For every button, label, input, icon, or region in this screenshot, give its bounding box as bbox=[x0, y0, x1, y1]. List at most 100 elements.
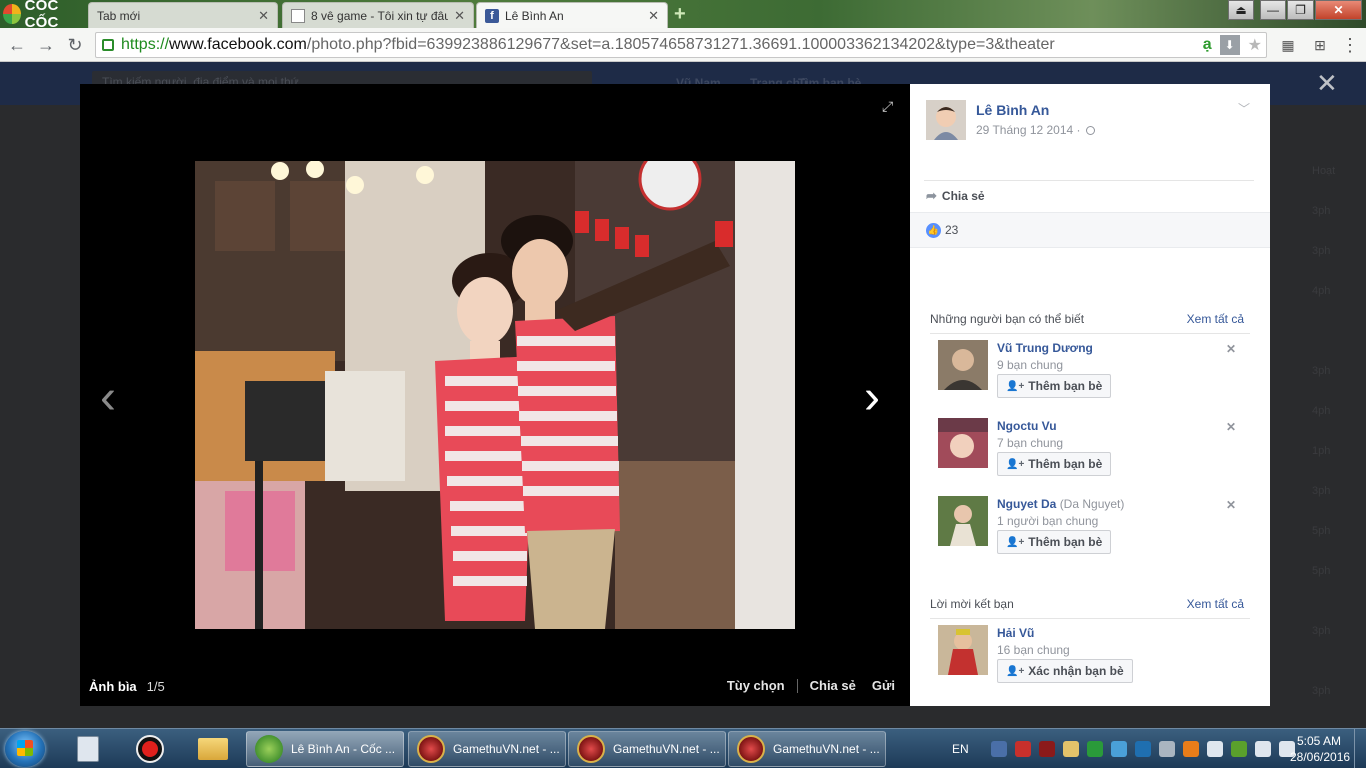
tray-app-icon[interactable] bbox=[1086, 741, 1103, 757]
address-bar[interactable]: https:// www.facebook.com /photo.php?fbi… bbox=[95, 32, 1267, 58]
album-name[interactable]: Ảnh bìa bbox=[89, 679, 137, 694]
clock-time: 5:05 AM bbox=[1296, 734, 1342, 748]
vietnamese-input-icon[interactable]: ạ bbox=[1203, 36, 1212, 54]
tab-close-icon[interactable]: ✕ bbox=[258, 8, 269, 24]
share-arrow-icon: ➦ bbox=[926, 188, 937, 203]
add-friend-label: Thêm bạn bè bbox=[1028, 535, 1103, 549]
display-icon[interactable] bbox=[1254, 741, 1271, 757]
tray-app-icon[interactable] bbox=[1062, 741, 1079, 757]
fullscreen-icon[interactable]: ⤢ bbox=[882, 98, 893, 115]
maximize-icon[interactable]: ❐ bbox=[1287, 0, 1314, 20]
download-icon[interactable]: ⬇ bbox=[1219, 35, 1240, 55]
owner-avatar[interactable] bbox=[926, 100, 966, 140]
calculator-icon[interactable] bbox=[65, 732, 111, 766]
suggestions-header: Những người bạn có thể biết Xem tất cả bbox=[930, 312, 1250, 330]
suggestions-see-all-link[interactable]: Xem tất cả bbox=[1187, 312, 1244, 326]
add-friend-label: Thêm bạn bè bbox=[1028, 379, 1103, 393]
forward-arrow-icon[interactable]: → bbox=[35, 34, 57, 56]
qr-code-icon[interactable]: ▦ bbox=[1278, 35, 1298, 55]
tray-app-icon[interactable] bbox=[1182, 741, 1199, 757]
chevron-down-icon[interactable]: ﹀ bbox=[1238, 100, 1250, 117]
person-avatar[interactable] bbox=[938, 418, 988, 468]
extensions-icon[interactable]: ⊞ bbox=[1310, 35, 1330, 55]
mutual-friends-count[interactable]: 7 bạn chung bbox=[997, 436, 1063, 450]
person-name-link[interactable]: Nguyet Da (Da Nguyet) bbox=[997, 497, 1124, 511]
person-name-link[interactable]: Hải Vũ bbox=[997, 626, 1034, 640]
tray-app-icon[interactable] bbox=[1134, 741, 1151, 757]
tab-game-article[interactable]: 8 vê game - Tôi xin tự đâu ✕ bbox=[282, 2, 474, 28]
tray-gpu-icon[interactable] bbox=[1230, 741, 1247, 757]
lock-icon bbox=[102, 39, 114, 51]
game-icon bbox=[577, 735, 605, 763]
tab-new-tab[interactable]: Tab mới ✕ bbox=[88, 2, 278, 28]
photo[interactable] bbox=[195, 161, 795, 629]
options-button[interactable]: Tùy chọn bbox=[727, 678, 785, 693]
tab-close-icon[interactable]: ✕ bbox=[454, 8, 465, 24]
taskbar-window-game-1[interactable]: GamethuVN.net - ... bbox=[408, 731, 566, 767]
share-link[interactable]: ➦ Chia sẻ bbox=[926, 188, 985, 204]
bookmark-star-icon[interactable]: ★ bbox=[1248, 35, 1262, 55]
add-friend-button[interactable]: 👤+ Thêm bạn bè bbox=[997, 374, 1112, 398]
confirm-friend-button[interactable]: 👤+ Xác nhận bạn bè bbox=[997, 659, 1133, 683]
system-clock[interactable]: 5:05 AM 28/06/2016 bbox=[1290, 733, 1350, 765]
person-avatar[interactable] bbox=[938, 496, 988, 546]
minimize-icon[interactable]: — bbox=[1260, 0, 1286, 20]
previous-photo-icon[interactable]: ‹ bbox=[100, 374, 116, 422]
add-friend-icon: 👤+ bbox=[1006, 536, 1025, 548]
taskbar-window-title: GamethuVN.net - ... bbox=[613, 742, 720, 756]
dismiss-icon[interactable]: ✕ bbox=[1226, 342, 1236, 356]
post-date[interactable]: 29 Tháng 12 2014 · bbox=[976, 123, 1095, 137]
tray-network-icon[interactable] bbox=[1158, 741, 1175, 757]
requests-see-all-link[interactable]: Xem tất cả bbox=[1187, 597, 1244, 611]
mutual-friends-count[interactable]: 9 bạn chung bbox=[997, 358, 1063, 372]
suggestion-item: Ngoctu Vu 7 bạn chung 👤+ Thêm bạn bè ✕ bbox=[938, 418, 1250, 478]
taskbar-window-title: Lê Bình An - Cốc ... bbox=[291, 742, 396, 756]
new-tab-icon[interactable]: + bbox=[674, 4, 686, 24]
tab-close-icon[interactable]: ✕ bbox=[648, 8, 659, 24]
input-language[interactable]: EN bbox=[952, 742, 969, 756]
tab-title: 8 vê game - Tôi xin tự đâu bbox=[311, 8, 449, 23]
add-friend-icon: 👤+ bbox=[1006, 380, 1025, 392]
window-close-icon[interactable]: ✕ bbox=[1315, 0, 1362, 20]
show-desktop-button[interactable] bbox=[1354, 729, 1366, 768]
taskbar-window-game-3[interactable]: GamethuVN.net - ... bbox=[728, 731, 886, 767]
mutual-friends-count[interactable]: 1 người bạn chung bbox=[997, 514, 1098, 528]
record-icon[interactable] bbox=[127, 732, 173, 766]
mutual-friends-count[interactable]: 16 bạn chung bbox=[997, 643, 1070, 657]
profile-icon[interactable]: ⏏ bbox=[1228, 0, 1254, 20]
reload-icon[interactable]: ↻ bbox=[64, 34, 86, 56]
person-name-link[interactable]: Ngoctu Vu bbox=[997, 419, 1057, 433]
taskbar-window-coccoc[interactable]: Lê Bình An - Cốc ... bbox=[246, 731, 404, 767]
menu-icon[interactable]: ⋮ bbox=[1340, 35, 1360, 55]
action-center-flag-icon[interactable] bbox=[1206, 741, 1223, 757]
add-friend-button[interactable]: 👤+ Thêm bạn bè bbox=[997, 452, 1112, 476]
share-button[interactable]: Chia sẻ bbox=[810, 678, 856, 693]
close-viewer-icon[interactable]: ✕ bbox=[1316, 70, 1338, 96]
coccoc-menu-button[interactable]: CỐC CỐC bbox=[0, 0, 88, 31]
person-name-link[interactable]: Vũ Trung Dương bbox=[997, 341, 1093, 355]
tray-game-icon[interactable] bbox=[1014, 741, 1031, 757]
next-photo-icon[interactable]: › bbox=[864, 374, 880, 422]
owner-name-link[interactable]: Lê Bình An bbox=[976, 102, 1049, 118]
send-button[interactable]: Gửi bbox=[872, 678, 895, 693]
file-explorer-icon[interactable] bbox=[190, 732, 236, 766]
back-arrow-icon[interactable]: ← bbox=[6, 34, 28, 56]
person-avatar[interactable] bbox=[938, 625, 988, 675]
dismiss-icon[interactable]: ✕ bbox=[1226, 420, 1236, 434]
windows-logo-icon bbox=[17, 740, 33, 756]
likes-summary[interactable]: 👍 23 bbox=[910, 212, 1270, 248]
taskbar-window-game-2[interactable]: GamethuVN.net - ... bbox=[568, 731, 726, 767]
person-name: Ngoctu Vu bbox=[997, 419, 1057, 433]
tray-app-icon[interactable] bbox=[990, 741, 1007, 757]
url-path: /photo.php?fbid=639923886129677&set=a.18… bbox=[306, 36, 1055, 53]
add-friend-button[interactable]: 👤+ Thêm bạn bè bbox=[997, 530, 1112, 554]
divider bbox=[930, 333, 1250, 334]
tray-game-icon[interactable] bbox=[1038, 741, 1055, 757]
taskbar-window-title: GamethuVN.net - ... bbox=[453, 742, 560, 756]
dismiss-icon[interactable]: ✕ bbox=[1226, 498, 1236, 512]
couple-photo-image bbox=[195, 161, 795, 629]
person-avatar[interactable] bbox=[938, 340, 988, 390]
tab-facebook-photo[interactable]: f Lê Bình An ✕ bbox=[476, 2, 668, 28]
start-button[interactable] bbox=[5, 731, 45, 767]
tray-app-icon[interactable] bbox=[1110, 741, 1127, 757]
